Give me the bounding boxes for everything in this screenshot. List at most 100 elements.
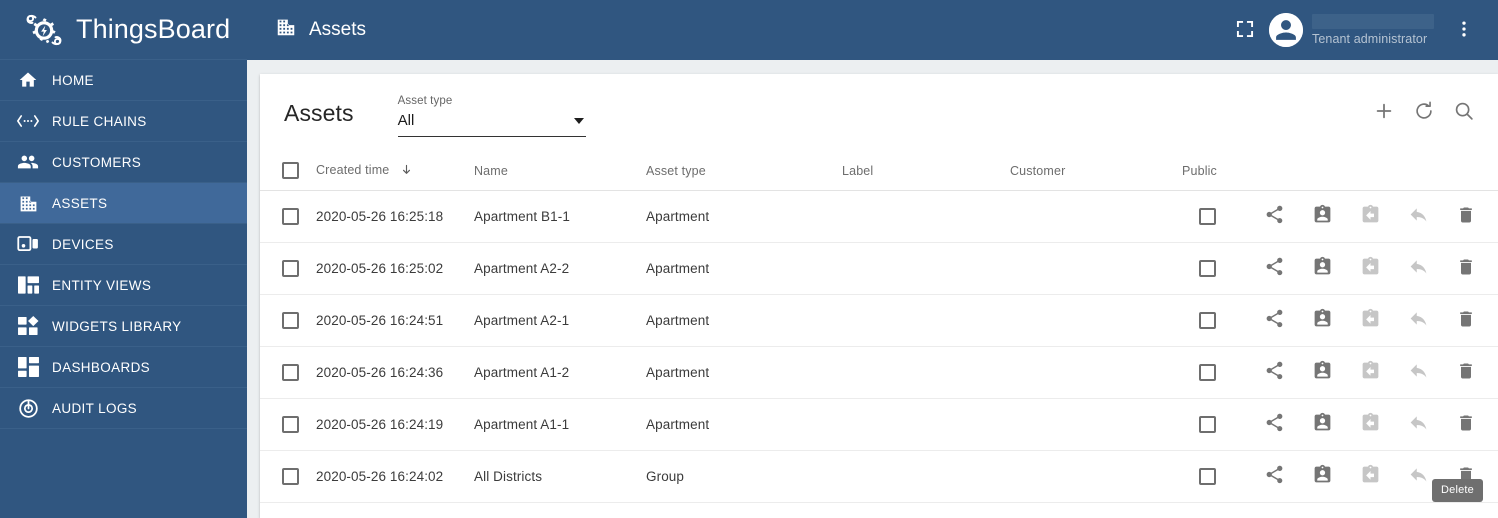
brand[interactable]: ThingsBoard	[0, 0, 247, 60]
assign-to-customer-button[interactable]	[1312, 464, 1333, 488]
sidebar-item-devices[interactable]: DEVICES	[0, 224, 247, 265]
column-header-name[interactable]: Name	[474, 152, 646, 191]
search-button[interactable]	[1452, 101, 1476, 125]
user-info: Tenant administrator	[1312, 10, 1434, 50]
column-header-created-time[interactable]: Created time	[316, 152, 474, 191]
audit-logs-icon	[17, 397, 39, 419]
column-header-label-col[interactable]: Label	[842, 152, 1010, 191]
column-header-asset-type[interactable]: Asset type	[646, 152, 842, 191]
assets-card: Assets Asset type All Created time Name …	[260, 74, 1498, 518]
row-select-checkbox[interactable]	[282, 311, 299, 329]
cell-customer	[1010, 190, 1182, 243]
cell-created-time: 2020-05-26 16:24:19	[316, 398, 474, 451]
fullscreen-button[interactable]	[1225, 10, 1265, 50]
public-checkbox[interactable]	[1199, 363, 1216, 381]
asset-type-label: Asset type	[397, 95, 453, 107]
unassign-from-customer-button	[1360, 308, 1381, 331]
cell-name: Apartment A2-2	[474, 242, 646, 295]
assign-to-customer-button[interactable]	[1312, 256, 1333, 279]
make-private-button	[1408, 361, 1429, 383]
entity-views-icon	[17, 274, 39, 296]
sidebar-item-audit-logs[interactable]: AUDIT LOGS	[0, 388, 247, 429]
row-select-checkbox[interactable]	[282, 415, 299, 433]
assign-to-customer-button[interactable]	[1312, 412, 1333, 435]
table-row[interactable]: 2020-05-26 16:24:19 Apartment A1-1 Apartme…	[260, 398, 1498, 451]
refresh-button[interactable]	[1412, 101, 1436, 125]
share-button[interactable]	[1264, 205, 1285, 227]
assign-to-customer-button[interactable]	[1312, 204, 1333, 227]
column-header-customer[interactable]: Customer	[1010, 152, 1182, 191]
customers-icon	[17, 151, 39, 173]
table-row[interactable]: 2020-05-26 16:24:36 Apartment A1-2 Apartme…	[260, 346, 1498, 399]
public-checkbox[interactable]	[1199, 311, 1216, 329]
cell-created-time: 2020-05-26 16:25:18	[316, 190, 474, 243]
delete-button[interactable]	[1456, 205, 1476, 227]
account-circle-icon	[1269, 13, 1303, 47]
cell-actions	[1266, 294, 1498, 347]
row-select-checkbox[interactable]	[282, 207, 299, 225]
add-asset-button[interactable]	[1372, 101, 1396, 125]
share-button[interactable]	[1264, 465, 1285, 487]
sidebar-item-label: ASSETS	[52, 195, 108, 211]
make-private-button	[1408, 309, 1429, 331]
table-row[interactable]: 2020-05-26 16:25:18 Apartment B1-1 Apartme…	[260, 190, 1498, 243]
delete-icon	[1456, 257, 1476, 280]
sidebar-item-label: HOME	[52, 72, 94, 88]
overflow-menu-button[interactable]	[1444, 10, 1484, 50]
sidebar-item-assets[interactable]: ASSETS	[0, 183, 247, 224]
delete-button[interactable]	[1456, 465, 1476, 487]
table-row[interactable]: 2020-05-26 16:24:02 All Districts Group	[260, 450, 1498, 503]
column-header-public[interactable]: Public	[1182, 152, 1300, 191]
user-menu[interactable]: Tenant administrator	[1269, 10, 1440, 50]
row-select-checkbox[interactable]	[282, 363, 299, 381]
delete-button[interactable]	[1456, 309, 1476, 331]
public-checkbox[interactable]	[1199, 207, 1216, 225]
refresh-icon	[1413, 100, 1435, 127]
asset-type-field[interactable]: All	[397, 112, 586, 137]
cell-label	[842, 450, 1010, 503]
arrow-downward-icon	[400, 163, 413, 179]
sidebar-item-dashboards[interactable]: DASHBOARDS	[0, 347, 247, 388]
topbar: Assets Tenant administrator	[247, 0, 1498, 60]
share-icon	[1264, 308, 1285, 332]
share-button[interactable]	[1264, 361, 1285, 383]
row-select-checkbox[interactable]	[282, 467, 299, 485]
public-checkbox[interactable]	[1199, 467, 1216, 485]
brand-name: ThingsBoard	[76, 14, 231, 44]
assign-to-customer-button[interactable]	[1312, 308, 1333, 332]
delete-button[interactable]	[1456, 413, 1476, 435]
sidebar-item-entity-views[interactable]: ENTITY VIEWS	[0, 265, 247, 306]
delete-icon	[1456, 361, 1476, 384]
cell-customer	[1010, 294, 1182, 347]
table-row[interactable]: 2020-05-26 16:25:02 Apartment A2-2 Apartme…	[260, 242, 1498, 295]
sidebar-item-label: AUDIT LOGS	[52, 400, 138, 416]
sidebar-item-home[interactable]: HOME	[0, 60, 247, 101]
row-select-checkbox[interactable]	[282, 259, 299, 277]
share-button[interactable]	[1264, 257, 1285, 279]
sidebar-item-rule-chains[interactable]: RULE CHAINS	[0, 101, 247, 142]
make-private-button	[1408, 205, 1429, 227]
reply-icon	[1408, 412, 1429, 436]
table-row[interactable]: 2020-05-26 16:24:51 Apartment A2-1 Apartme…	[260, 294, 1498, 347]
share-button[interactable]	[1264, 413, 1285, 435]
delete-icon	[1456, 465, 1476, 488]
sidebar-nav: HOME RULE CHAINS CUSTOMERS ASSETS DEVICE…	[0, 60, 247, 429]
asset-type-select[interactable]: Asset type All	[397, 89, 586, 137]
content-wrapper: Assets Asset type All Created time Name …	[247, 60, 1498, 518]
sidebar-item-widgets-library[interactable]: WIDGETS LIBRARY	[0, 306, 247, 347]
table-head: Created time Name Asset type Label Custo…	[260, 152, 1498, 191]
assignment-ind-icon	[1312, 464, 1333, 488]
public-checkbox[interactable]	[1199, 259, 1216, 277]
public-checkbox[interactable]	[1199, 415, 1216, 433]
sidebar-item-customers[interactable]: CUSTOMERS	[0, 142, 247, 183]
unassign-from-customer-button	[1360, 204, 1381, 227]
assignment-ind-icon	[1312, 308, 1333, 332]
sidebar-item-label: DASHBOARDS	[52, 359, 151, 375]
select-all-checkbox[interactable]	[282, 162, 299, 180]
assign-to-customer-button[interactable]	[1312, 360, 1333, 383]
delete-button[interactable]	[1456, 257, 1476, 279]
share-button[interactable]	[1264, 309, 1285, 331]
row-actions	[1266, 412, 1476, 436]
delete-button[interactable]	[1456, 361, 1476, 383]
cell-label	[842, 242, 1010, 295]
